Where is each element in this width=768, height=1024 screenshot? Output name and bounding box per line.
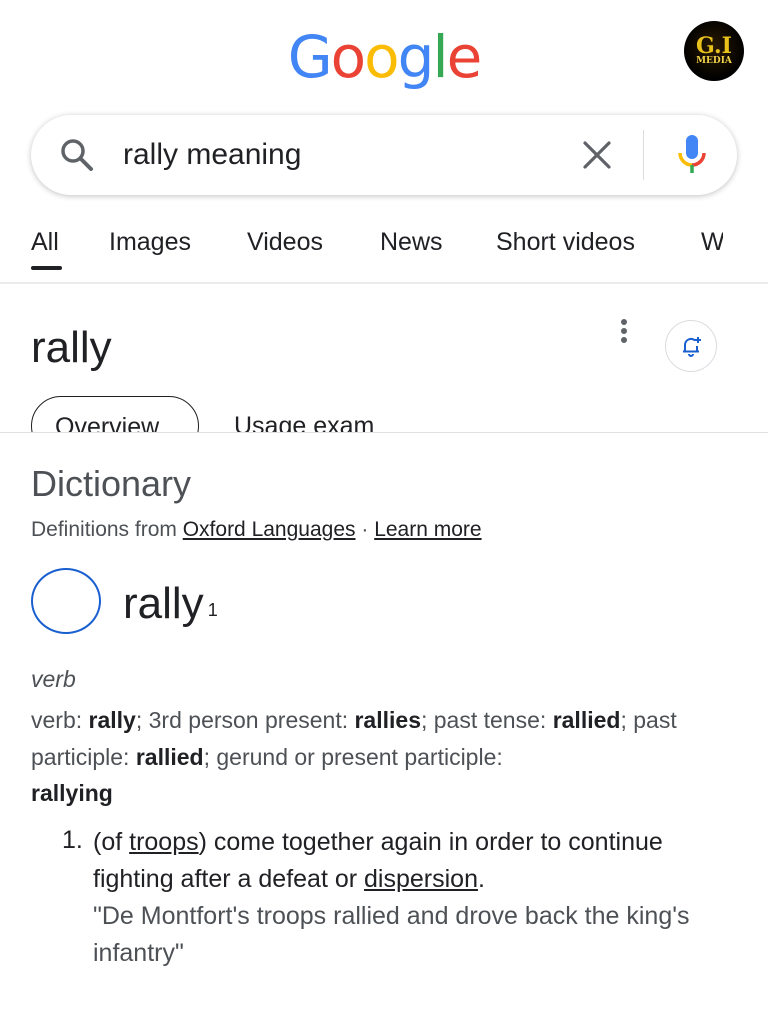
search-icon[interactable] (57, 135, 97, 175)
form-value: rallying (31, 780, 113, 806)
knowledge-title: rally (31, 323, 112, 372)
tab-all[interactable]: All (31, 228, 59, 257)
chip-overview[interactable]: Overview (31, 396, 199, 432)
verb-forms: verb: rally; 3rd person present: rallies… (31, 702, 731, 812)
logo-letter: o (364, 23, 399, 91)
follow-alert-button[interactable] (665, 320, 717, 372)
definition-example: "De Montfort's troops rallied and drove … (93, 902, 690, 967)
search-input[interactable]: rally meaning (123, 136, 301, 174)
more-options-icon[interactable] (612, 318, 636, 346)
search-bar[interactable]: rally meaning (31, 115, 737, 195)
close-icon[interactable] (579, 137, 615, 173)
headword-superscript: 1 (207, 600, 218, 620)
definition-number: 1. (62, 826, 83, 854)
bell-plus-icon (683, 337, 701, 357)
logo-letter: g (397, 23, 435, 91)
avatar-label: MEDIA (696, 56, 732, 66)
logo-letter: o (330, 23, 366, 91)
part-of-speech: verb (31, 666, 76, 692)
search-divider (643, 130, 644, 180)
form-value: rallied (552, 707, 621, 733)
form-value: rallies (354, 707, 421, 733)
account-avatar[interactable]: G.I MEDIA (684, 21, 744, 81)
source-prefix: Definitions from (31, 518, 183, 541)
forms-label: verb: (31, 707, 89, 733)
headword-text: rally (123, 579, 204, 628)
mic-icon[interactable] (674, 133, 710, 177)
google-logo[interactable]: Google (0, 24, 768, 90)
forms-label: ; past tense: (420, 707, 553, 733)
form-value: rally (88, 707, 136, 733)
learn-more-link[interactable]: Learn more (374, 518, 481, 541)
dispersion-link[interactable]: dispersion (364, 865, 478, 893)
definition-part: (of (93, 828, 130, 856)
tab-images[interactable]: Images (109, 228, 191, 257)
card-chips: Overview Usage exam (0, 396, 768, 432)
tab-videos[interactable]: Videos (247, 228, 323, 257)
form-value: rallied (135, 743, 204, 770)
dictionary-headword: rally 1 (123, 578, 218, 630)
search-tabs: All Images Videos News Short videos W (0, 220, 768, 282)
dictionary-source: Definitions from Oxford Languages · Lear… (31, 518, 482, 542)
forms-label: ; 3rd person present: (135, 707, 355, 733)
avatar-initials: G.I (696, 33, 732, 59)
definition-text: (of troops) come together again in order… (93, 824, 733, 898)
active-tab-indicator (31, 266, 62, 270)
tab-news[interactable]: News (380, 228, 443, 257)
definition-part: . (477, 865, 485, 893)
oxford-languages-link[interactable]: Oxford Languages (183, 518, 356, 541)
forms-label: ; gerund or present participle: (203, 743, 503, 770)
dictionary-heading: Dictionary (31, 463, 192, 504)
pronunciation-play-button[interactable] (31, 568, 101, 634)
logo-letter: G (287, 23, 333, 91)
troops-link[interactable]: troops (129, 828, 198, 856)
tabs-divider (0, 282, 768, 284)
source-separator: · (355, 518, 375, 541)
chip-usage-examples[interactable]: Usage exam (234, 412, 374, 432)
tab-more-truncated[interactable]: W (701, 228, 723, 257)
section-divider (0, 432, 768, 433)
tab-short-videos[interactable]: Short videos (496, 228, 635, 257)
chip-overview-label: Overview (55, 413, 160, 432)
logo-letter: l (432, 23, 448, 91)
logo-letter: e (446, 23, 483, 91)
